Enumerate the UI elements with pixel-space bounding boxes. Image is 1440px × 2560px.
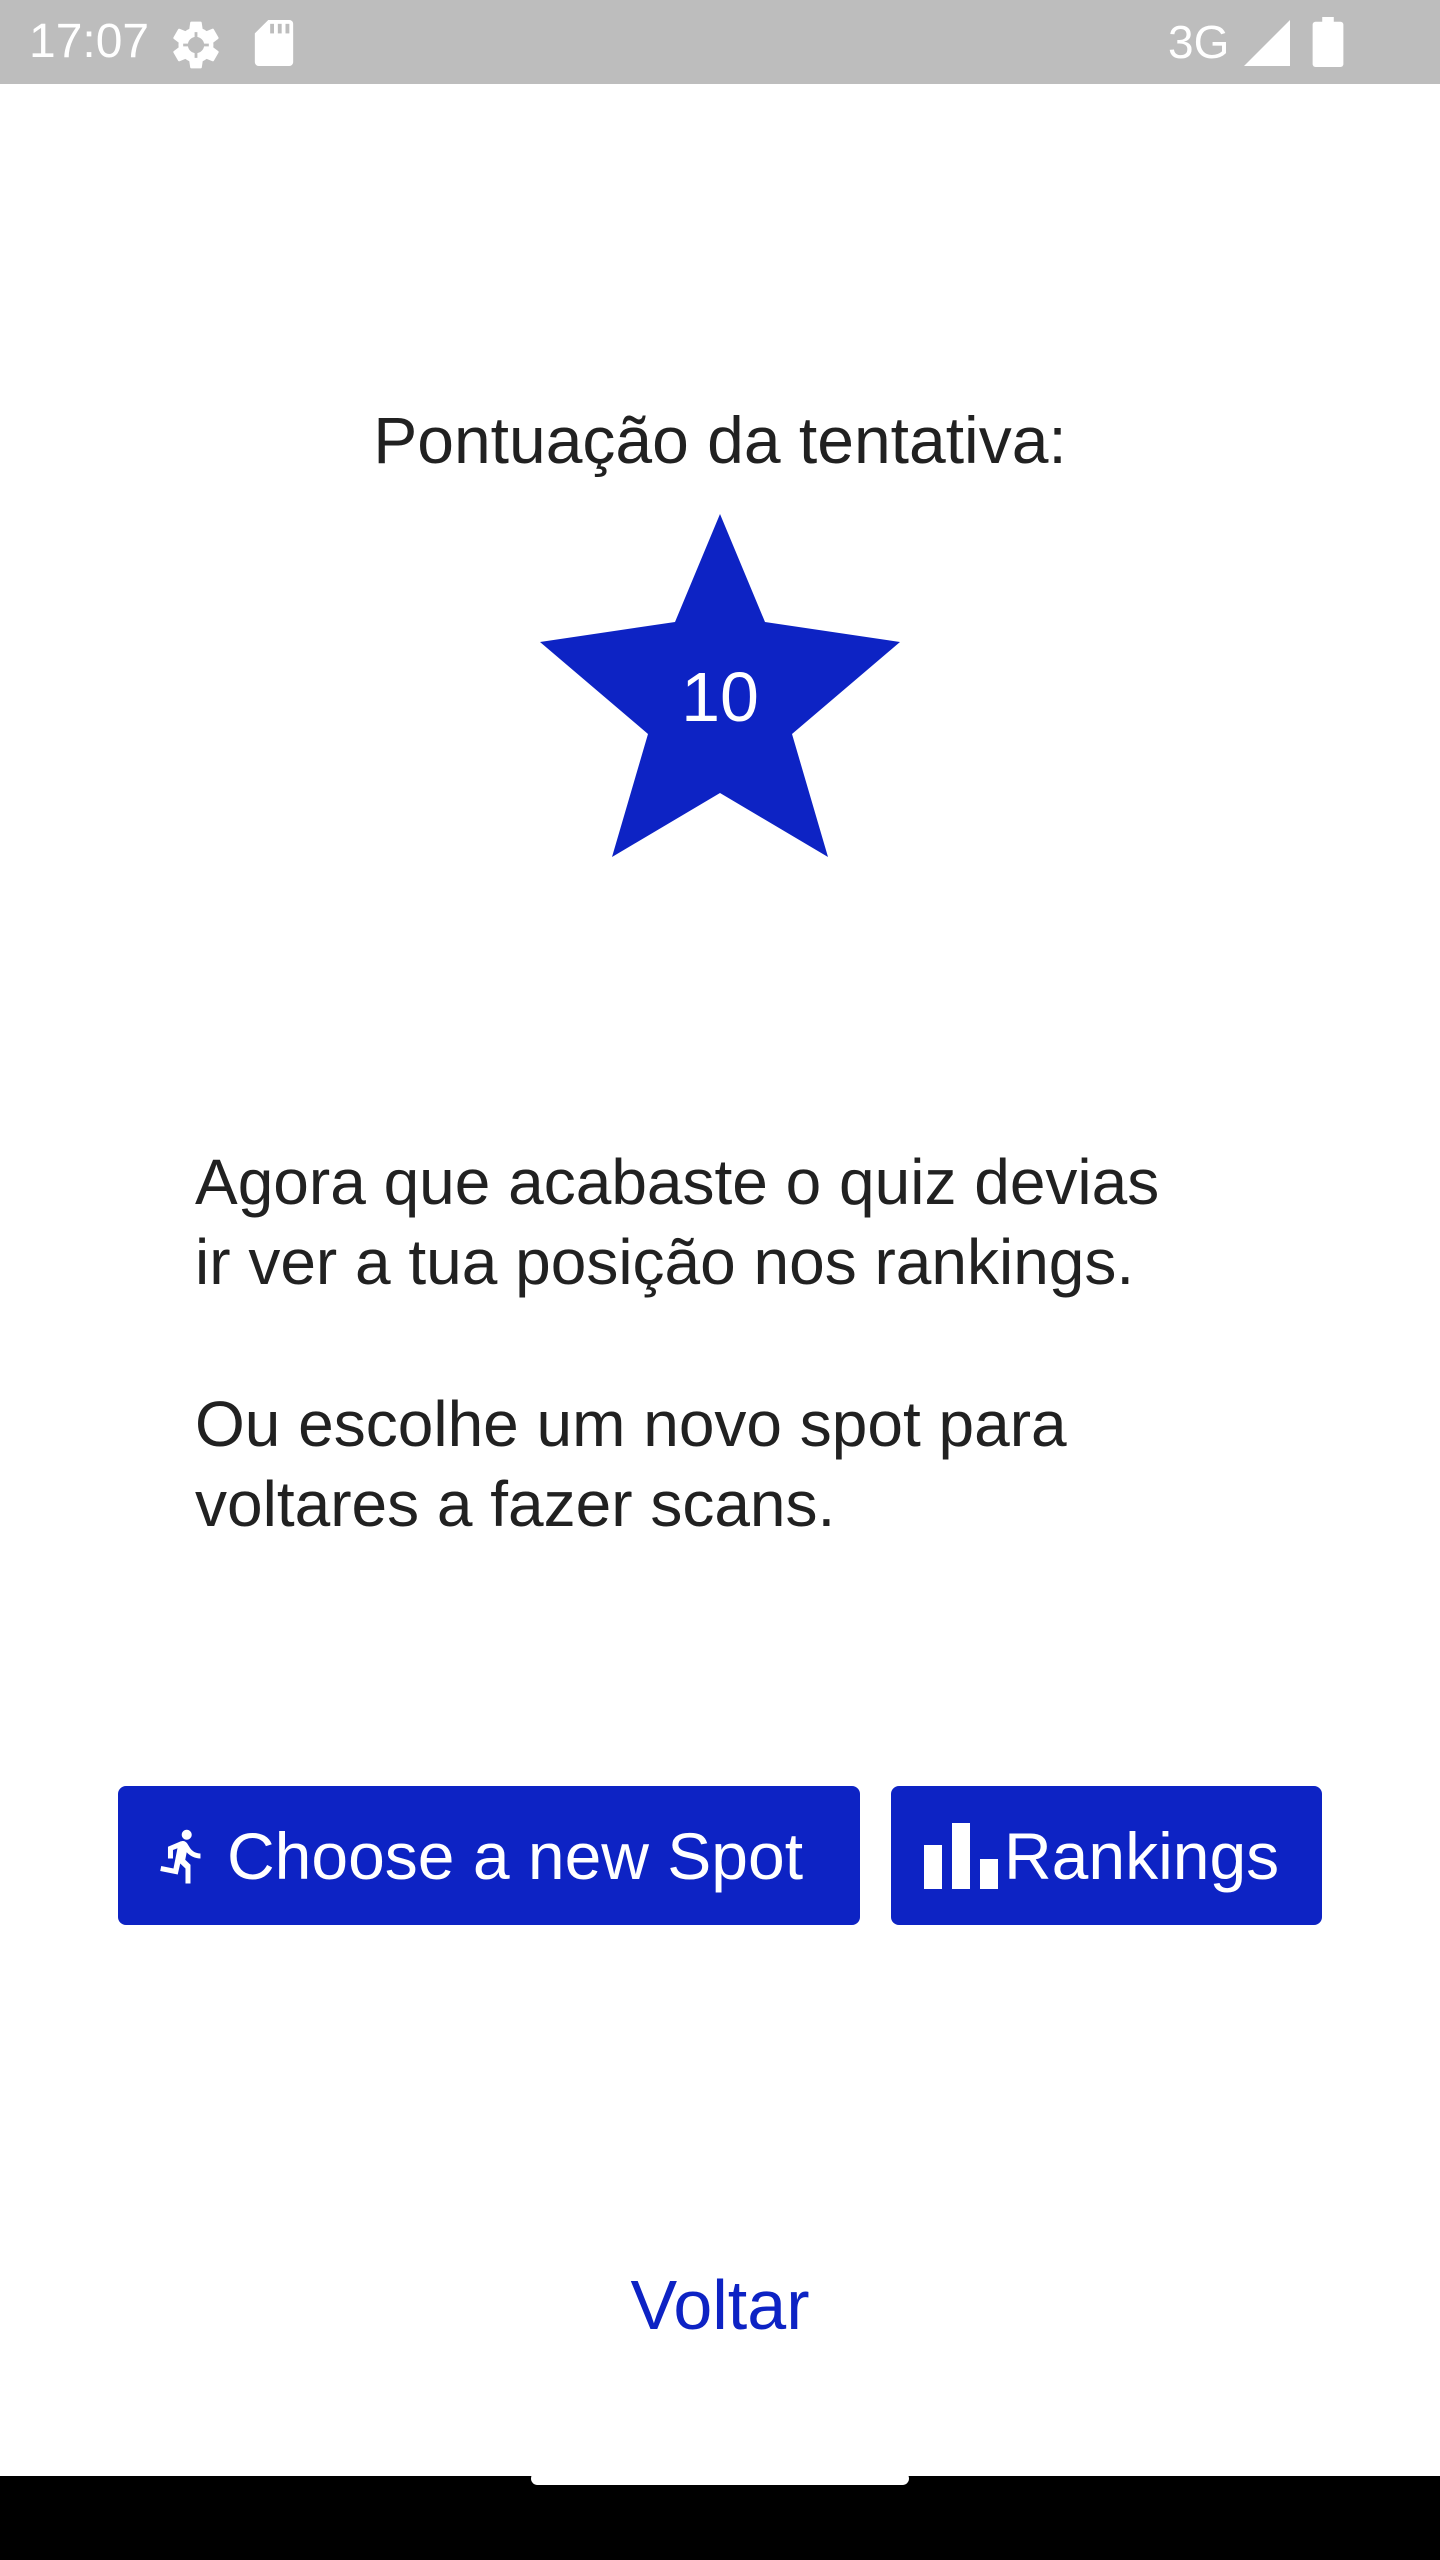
battery-icon xyxy=(1312,17,1344,67)
score-value: 10 xyxy=(681,658,759,736)
rankings-button[interactable]: Rankings xyxy=(891,1786,1322,1925)
choose-new-spot-label: Choose a new Spot xyxy=(227,1818,804,1893)
navigation-bar xyxy=(0,2476,1440,2560)
status-time: 17:07 xyxy=(29,15,150,68)
rankings-label: Rankings xyxy=(1004,1818,1280,1893)
choose-new-spot-button[interactable]: Choose a new Spot xyxy=(118,1786,860,1925)
score-title: Pontuação da tentativa: xyxy=(373,403,1067,477)
back-button[interactable]: Voltar xyxy=(520,2260,920,2350)
rankings-message: Agora que acabaste o quiz devias ir ver … xyxy=(195,1146,1160,1298)
running-person-icon xyxy=(160,1829,201,1883)
network-type: 3G xyxy=(1168,16,1230,68)
settings-gear-icon xyxy=(173,21,219,69)
new-spot-message: Ou escolhe um novo spot para voltares a … xyxy=(195,1388,1067,1540)
status-bar: 17:07 3G xyxy=(0,0,1440,84)
cell-signal-icon xyxy=(1244,20,1290,66)
bar-chart-icon xyxy=(924,1822,998,1889)
home-gesture-handle[interactable] xyxy=(531,2472,909,2485)
sd-card-icon xyxy=(254,20,294,66)
